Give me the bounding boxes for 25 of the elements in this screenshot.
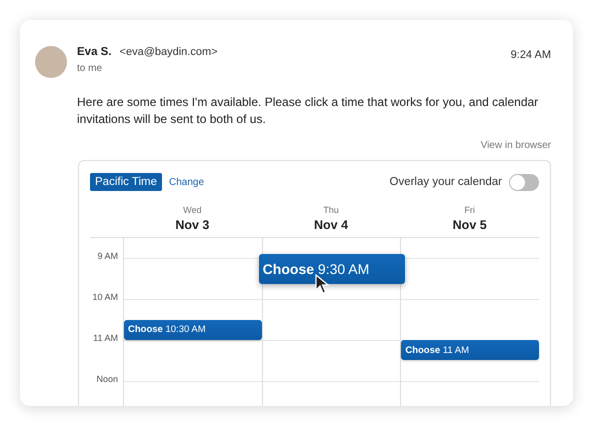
weekday-label: Fri <box>464 205 475 215</box>
hour-label: 10 AM <box>92 292 118 302</box>
time-slot-button[interactable]: Choose 9:30 AM <box>258 254 406 284</box>
hour-label: 9 AM <box>97 251 118 261</box>
email-time: 9:24 AM <box>510 49 551 61</box>
recipient-label: to me <box>77 63 104 74</box>
overlay-label: Overlay your calendar <box>390 176 502 188</box>
change-link[interactable]: Change <box>169 176 204 188</box>
weekday-label: Thu <box>323 205 339 215</box>
date-label: Nov 5 <box>452 218 487 232</box>
time-slot-button[interactable]: Choose 11 AM <box>401 340 540 360</box>
weekday-label: Wed <box>183 205 202 215</box>
time-slot-button[interactable]: Choose 10:30 AM <box>124 320 262 340</box>
avatar <box>35 46 67 78</box>
hour-label: 11 AM <box>93 333 118 343</box>
date-label: Nov 4 <box>314 218 348 232</box>
sender-email: <eva@baydin.com> <box>120 46 218 58</box>
mouse-cursor-icon <box>314 274 329 294</box>
timezone-badge: Pacific Time <box>90 173 162 191</box>
hour-label: Noon <box>96 374 118 384</box>
overlay-toggle[interactable] <box>509 174 539 190</box>
email-body: Here are some times I'm available. Please click a time that works for you, and calendar invitations will be sent to both of us. <box>77 94 540 128</box>
date-label: Nov 3 <box>175 218 210 232</box>
view-in-browser-link[interactable]: View in browser <box>480 140 551 151</box>
sender-name: Eva S. <box>77 46 112 58</box>
